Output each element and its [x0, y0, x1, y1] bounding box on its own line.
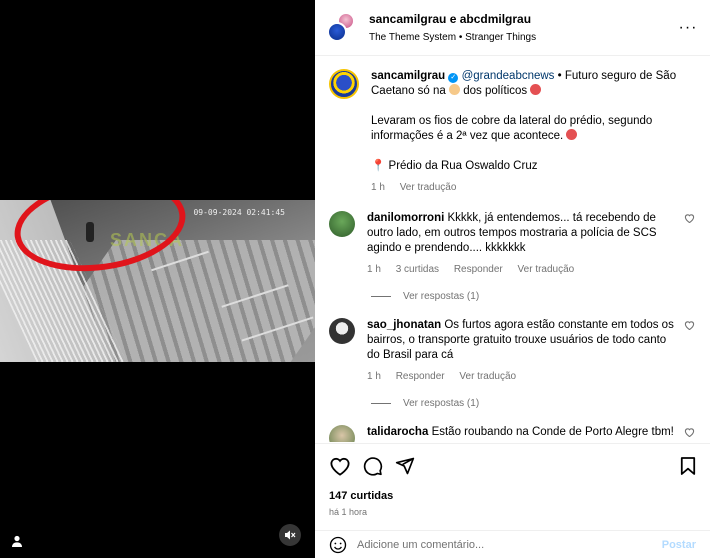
comment-text: Estão roubando na Conde de Porto Alegre … — [431, 426, 674, 438]
caption-location: Prédio da Rua Oswaldo Cruz — [388, 160, 538, 172]
add-comment-bar: Postar — [315, 530, 710, 558]
post-actions: 147 curtidas há 1 hora — [315, 443, 710, 517]
caption-text-b: dos políticos — [463, 85, 528, 97]
share-send-icon[interactable] — [395, 456, 415, 476]
more-horizontal-icon[interactable]: ··· — [678, 19, 698, 37]
video-timestamp: 09-09-2024 02:41:45 — [193, 208, 285, 217]
post-media[interactable]: SANCA 09-09-2024 02:41:45 — [0, 0, 315, 558]
location-pin-icon: 📍 — [371, 160, 386, 172]
comment-item: talidarocha Estão roubando na Conde de P… — [329, 425, 696, 442]
comment-bubble-icon[interactable] — [363, 456, 383, 476]
post-header: sancamilgrau e abcdmilgrau The Theme Sys… — [315, 0, 710, 56]
mention-link[interactable]: @grandeabcnews — [462, 70, 555, 82]
avatar[interactable] — [329, 69, 359, 99]
avatar[interactable] — [329, 425, 355, 442]
post-panel: sancamilgrau e abcdmilgrau The Theme Sys… — [315, 0, 710, 558]
post-authors[interactable]: sancamilgrau e abcdmilgrau — [369, 12, 678, 26]
view-replies-label[interactable]: Ver respostas (1) — [403, 291, 479, 302]
audio-label[interactable]: The Theme System • Stranger Things — [369, 32, 678, 43]
like-heart-icon[interactable] — [329, 456, 351, 476]
view-replies-label[interactable]: Ver respostas (1) — [403, 398, 479, 409]
caption-username[interactable]: sancamilgrau — [371, 70, 445, 82]
muted-speaker-icon — [285, 530, 296, 540]
view-replies-button[interactable]: Ver respostas (1) — [371, 398, 696, 409]
video-frame[interactable]: SANCA 09-09-2024 02:41:45 — [0, 200, 315, 362]
comment-input[interactable] — [357, 538, 662, 551]
avatar[interactable] — [329, 318, 355, 344]
emoji-picker-icon[interactable] — [329, 536, 347, 554]
comment-username[interactable]: danilomorroni — [367, 212, 444, 224]
comments-list[interactable]: sancamilgrau ✓ @grandeabcnews • Futuro s… — [315, 57, 710, 442]
avatar[interactable] — [327, 21, 347, 42]
comment-likes[interactable]: 3 curtidas — [396, 264, 439, 275]
avatar[interactable] — [329, 211, 355, 237]
post-time: há 1 hora — [329, 507, 368, 517]
view-replies-button[interactable]: Ver respostas (1) — [371, 291, 696, 302]
reply-button[interactable]: Responder — [454, 264, 503, 275]
comment-time: 1 h — [367, 264, 381, 275]
mute-toggle-button[interactable] — [279, 524, 301, 546]
like-heart-icon[interactable] — [684, 318, 696, 384]
caption-time: 1 h — [371, 182, 385, 193]
comment-username[interactable]: sao_jhonatan — [367, 319, 441, 331]
translate-link[interactable]: Ver tradução — [459, 371, 516, 382]
bookmark-icon[interactable] — [680, 456, 696, 476]
angry-emoji-icon — [566, 129, 578, 140]
like-heart-icon[interactable] — [684, 211, 696, 277]
verified-badge-icon: ✓ — [448, 73, 459, 83]
likes-count[interactable]: 147 curtidas — [329, 490, 696, 502]
caption: sancamilgrau ✓ @grandeabcnews • Futuro s… — [329, 69, 696, 195]
caption-paragraph: Levaram os fios de cobre da lateral do p… — [371, 115, 653, 142]
comment-item: sao_jhonatan Os furtos agora estão const… — [329, 318, 696, 384]
translate-link[interactable]: Ver tradução — [400, 182, 457, 193]
tagged-user-icon[interactable] — [10, 534, 24, 548]
like-heart-icon[interactable] — [684, 425, 696, 442]
reply-button[interactable]: Responder — [396, 371, 445, 382]
angry-emoji-icon — [530, 84, 542, 95]
comment-username[interactable]: talidarocha — [367, 426, 428, 438]
collab-avatars[interactable] — [327, 11, 359, 44]
face-emoji-icon — [449, 84, 461, 95]
translate-link[interactable]: Ver tradução — [518, 264, 575, 275]
post-comment-button[interactable]: Postar — [662, 539, 696, 551]
comment-item: danilomorroni Kkkkk, já entendemos... tá… — [329, 211, 696, 277]
comment-time: 1 h — [367, 371, 381, 382]
